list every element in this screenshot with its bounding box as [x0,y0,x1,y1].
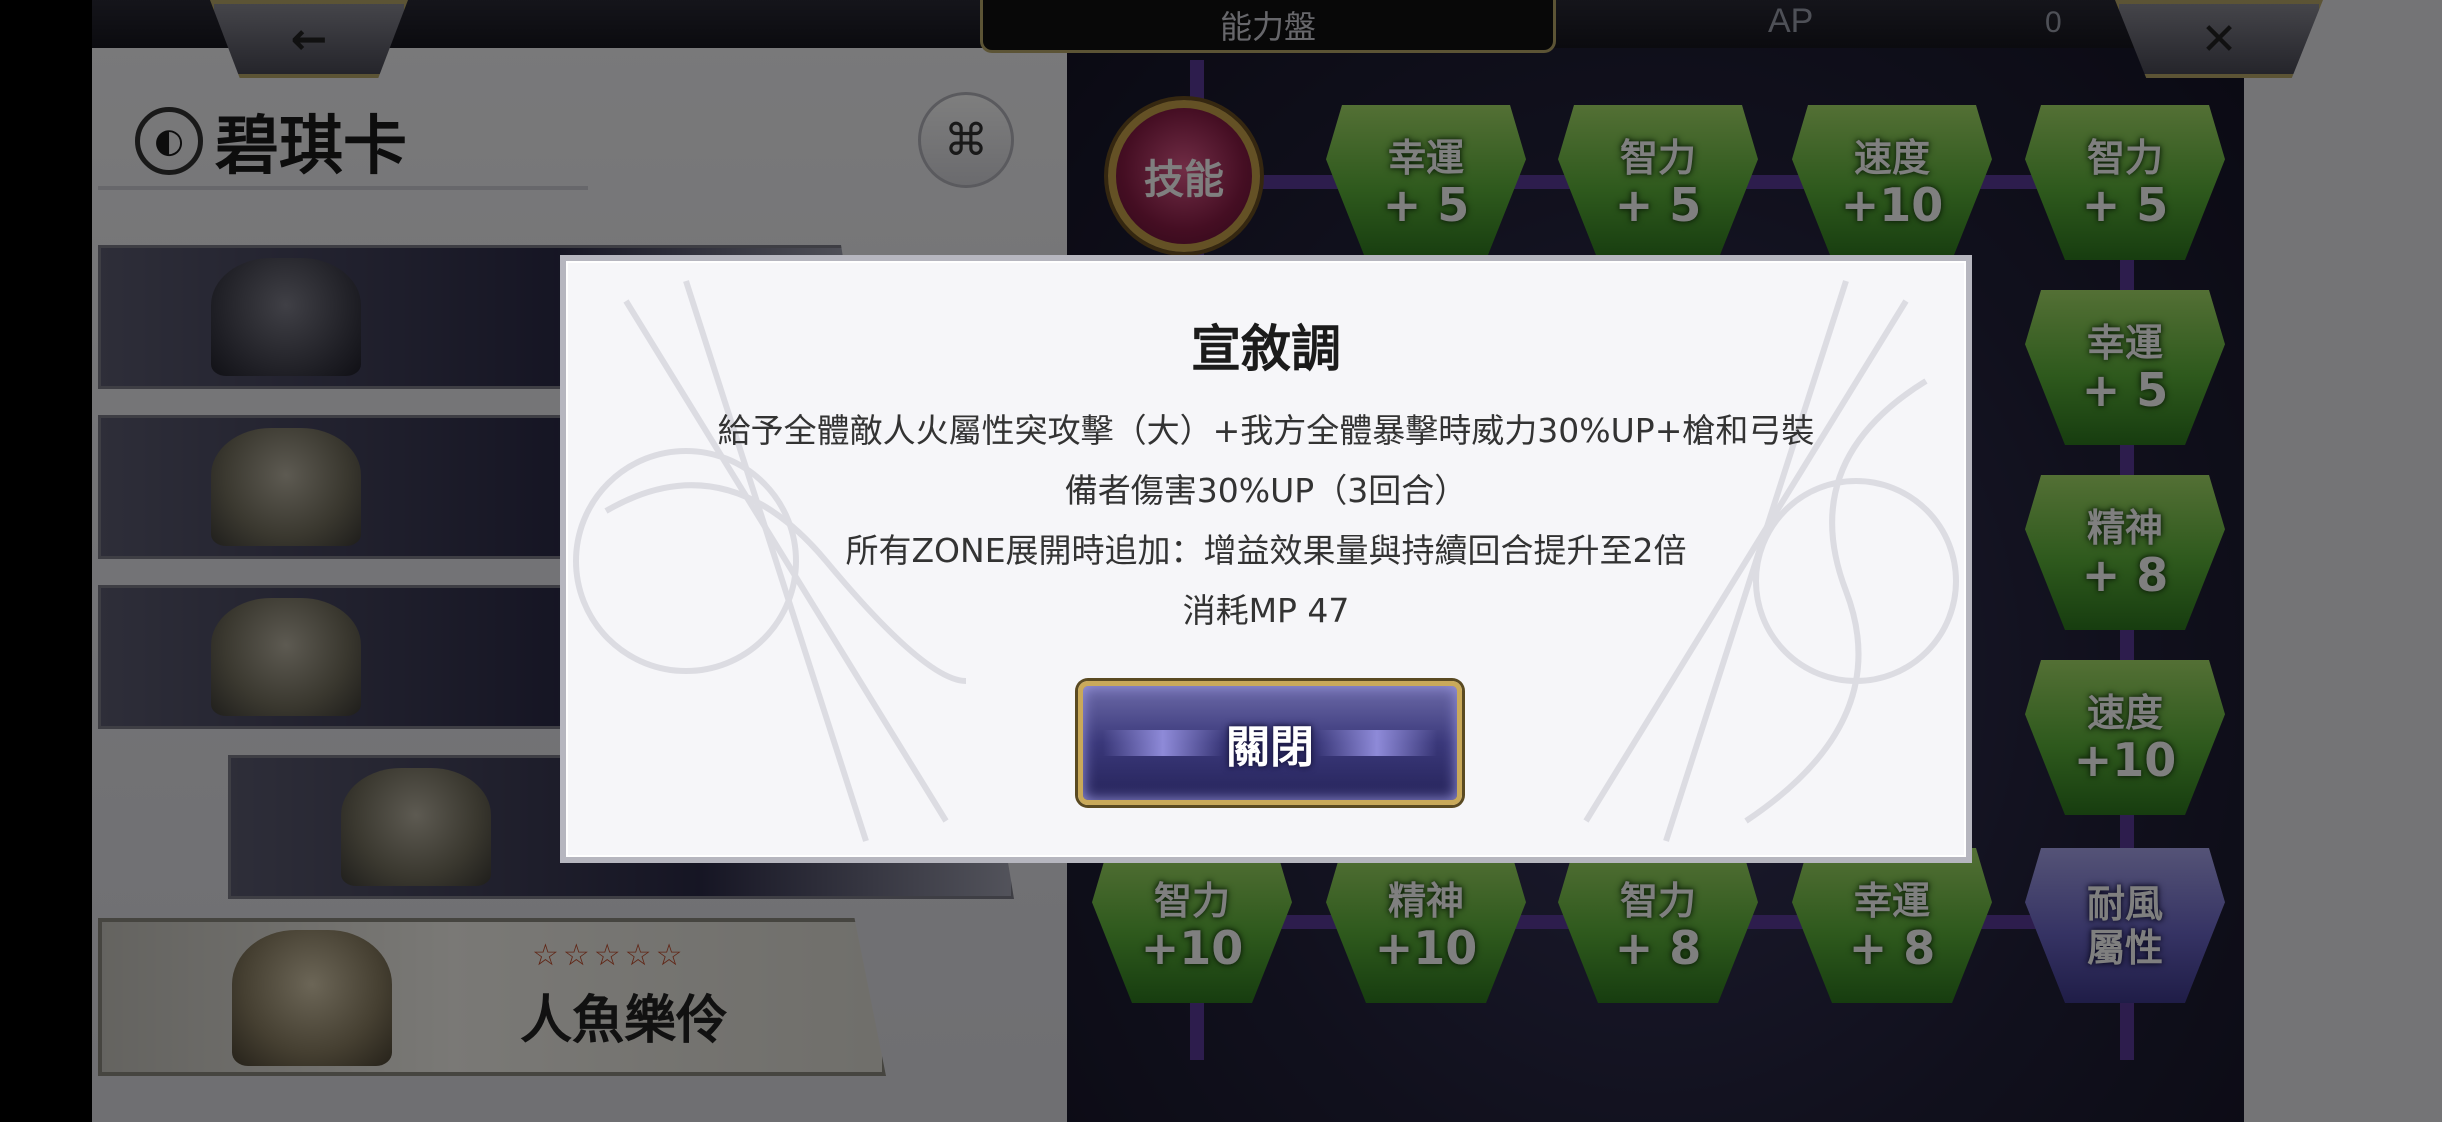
mp-cost: 消耗MP 47 [1182,591,1350,630]
skill-description-line: 所有ZONE展開時追加：增益效果量與持續回合提升至2倍 [845,531,1687,570]
dialog-title: 宣敘調 [1191,319,1341,378]
button-ornament [1103,730,1223,756]
game-screen: ← 能力盤 AP 0 ✕ ◐ 碧琪卡 ⌘ ☆☆☆☆☆ 人魚樂伶 技能 幸運 + … [0,0,2442,1122]
skill-description-line: 備者傷害30%UP（3回合） [1064,471,1468,510]
close-dialog-button[interactable]: 關閉 [1078,681,1462,805]
button-ornament [1317,730,1437,756]
skill-detail-dialog: 宣敘調 給予全體敵人火屬性突攻擊（大）+我方全體暴擊時威力30%UP+槍和弓裝 … [560,255,1972,863]
close-dialog-label: 關閉 [1226,722,1314,773]
skill-description-line: 給予全體敵人火屬性突攻擊（大）+我方全體暴擊時威力30%UP+槍和弓裝 [717,411,1815,450]
